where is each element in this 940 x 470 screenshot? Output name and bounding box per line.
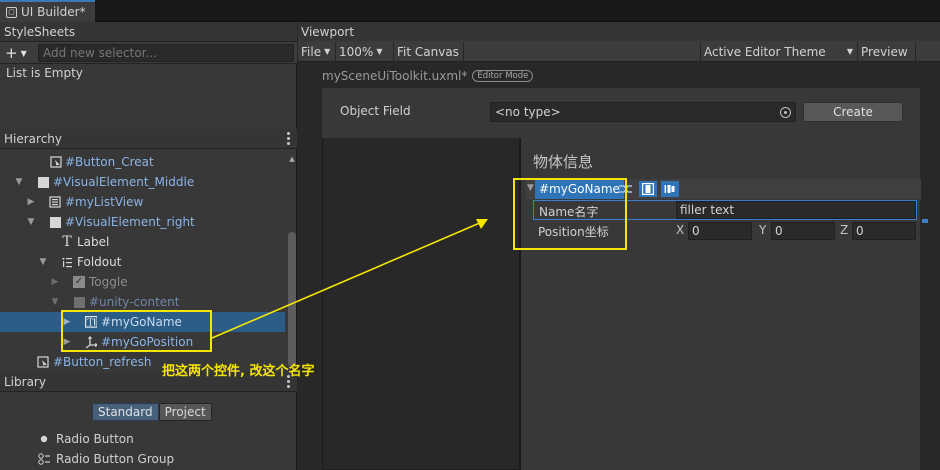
visual-element-icon: [73, 296, 85, 308]
canvas-header-area: Object Field <no type> Create: [322, 88, 920, 138]
z-axis-label: Z: [840, 223, 849, 237]
library-item-radio-button[interactable]: Radio Button: [38, 432, 134, 446]
tree-item-label: #unity-content: [89, 295, 180, 309]
radio-button-group-icon: [38, 453, 50, 465]
annotation-text: 把这两个控件, 改这个名字: [162, 364, 315, 379]
chevron-down-icon: ▼: [376, 47, 383, 56]
tab-project[interactable]: Project: [158, 403, 212, 421]
y-axis-label: Y: [759, 223, 767, 237]
tree-item-button-creat[interactable]: #Button_Creat: [0, 152, 285, 172]
radio-button-icon: [40, 435, 48, 443]
plus-icon: +: [5, 44, 18, 62]
x-axis-label: X: [676, 223, 685, 237]
left-pane: StyleSheets + ▼ List is Empty Hierarchy …: [0, 22, 297, 470]
stylesheets-toolbar: + ▼: [0, 42, 297, 64]
kebab-menu-icon[interactable]: [287, 132, 291, 145]
viewport-title: Viewport: [301, 24, 355, 39]
collapsed-arrow-icon[interactable]: ▶: [26, 197, 36, 207]
list-view-icon: [49, 196, 61, 208]
file-menu-label: File: [301, 44, 322, 59]
hierarchy-title: Hierarchy: [4, 131, 63, 146]
tree-item-label-element[interactable]: T Label: [0, 232, 285, 252]
zoom-value: 100%: [339, 44, 374, 59]
library-item-radio-button-group[interactable]: Radio Button Group: [38, 452, 174, 466]
file-menu-button[interactable]: File ▼: [298, 42, 336, 61]
library-tabs: Standard Project: [92, 403, 212, 421]
expanded-arrow-icon[interactable]: ▼: [38, 257, 48, 267]
document-title: mySceneUiToolkit.uxml* Editor Mode: [322, 69, 534, 83]
tree-item-label: Label: [77, 235, 110, 249]
tree-item-label: #Button_Creat: [65, 155, 154, 169]
add-stylesheet-button[interactable]: + ▼: [2, 44, 36, 62]
chevron-down-icon: ▼: [846, 47, 853, 56]
ui-builder-tab[interactable]: ▢ UI Builder*: [0, 0, 95, 22]
object-field-label: Object Field: [340, 104, 411, 118]
tree-item-label: #VisualElement_right: [65, 215, 195, 229]
tree-item-toggle[interactable]: ▶ ✓ Toggle: [0, 272, 285, 292]
hierarchy-scrollbar-thumb[interactable]: [288, 232, 296, 367]
stylesheets-header: StyleSheets: [0, 22, 297, 42]
tab-standard[interactable]: Standard: [92, 403, 159, 421]
label-text-icon: T: [62, 234, 72, 250]
toolbar-overflow: [916, 42, 940, 61]
scroll-up-arrow-icon[interactable]: ▲: [287, 155, 297, 165]
button-icon: [50, 156, 62, 168]
chevron-down-icon: ▼: [324, 47, 331, 56]
annotation-highlight-canvas: [513, 178, 627, 250]
chevron-down-icon: ▼: [20, 48, 27, 58]
viewport-toolbar: File ▼ 100% ▼ Fit Canvas Active Editor The…: [298, 41, 940, 62]
fit-canvas-button[interactable]: Fit Canvas: [394, 42, 464, 61]
expanded-arrow-icon[interactable]: ▼: [50, 297, 60, 307]
stylesheets-title: StyleSheets: [4, 24, 76, 39]
object-field[interactable]: <no type>: [490, 102, 796, 122]
tree-item-label: Foldout: [77, 255, 122, 269]
library-item-label: Radio Button: [56, 432, 134, 446]
tree-item-label: #VisualElement_Middle: [53, 175, 195, 189]
visual-element-icon: [37, 176, 49, 188]
layout-row-icon[interactable]: [661, 181, 679, 197]
create-button[interactable]: Create: [803, 102, 903, 122]
add-selector-input[interactable]: [38, 44, 294, 62]
library-title: Library: [4, 374, 46, 389]
ui-builder-tab-label: UI Builder*: [21, 5, 86, 19]
collapsed-arrow-icon[interactable]: ▶: [50, 277, 60, 287]
tree-item-label: #myListView: [65, 195, 144, 209]
name-text-input[interactable]: filler text: [676, 201, 916, 219]
zoom-dropdown[interactable]: 100% ▼: [336, 42, 394, 61]
position-z-input[interactable]: 0: [852, 222, 916, 240]
annotation-highlight-hierarchy: [61, 310, 212, 352]
position-y-input[interactable]: 0: [771, 222, 835, 240]
tree-item-visualelement-right[interactable]: ▼ #VisualElement_right: [0, 212, 285, 232]
tree-item-foldout[interactable]: ▼ Foldout: [0, 252, 285, 272]
theme-value: Active Editor Theme: [704, 44, 826, 59]
foldout-icon: [61, 256, 73, 268]
preview-button[interactable]: Preview: [858, 42, 916, 61]
visual-element-icon: [49, 216, 61, 228]
ui-builder-icon: ▢: [6, 6, 17, 18]
position-x-input[interactable]: 0: [688, 222, 752, 240]
resize-handle[interactable]: [922, 219, 928, 223]
expanded-arrow-icon[interactable]: ▼: [14, 177, 24, 187]
expanded-arrow-icon[interactable]: ▼: [26, 217, 36, 227]
tree-item-label: Toggle: [89, 275, 128, 289]
editor-mode-badge: Editor Mode: [472, 70, 534, 82]
object-field-value: <no type>: [495, 105, 561, 119]
canvas-left-column: [322, 138, 520, 470]
object-info-title: 物体信息: [533, 153, 594, 171]
layout-column-icon[interactable]: [639, 181, 657, 197]
tree-item-visualelement-middle[interactable]: ▼ #VisualElement_Middle: [0, 172, 285, 192]
stylesheets-empty-text: List is Empty: [6, 66, 83, 80]
hierarchy-header: Hierarchy: [0, 129, 297, 149]
object-picker-icon[interactable]: [780, 107, 791, 118]
library-item-label: Radio Button Group: [56, 452, 175, 466]
button-icon: [37, 356, 49, 368]
tree-item-unity-content[interactable]: ▼ #unity-content: [0, 292, 285, 312]
editor-tab-bar: ▢ UI Builder*: [0, 0, 940, 22]
toggle-checkbox-icon: ✓: [73, 276, 85, 288]
viewport-header: Viewport: [298, 22, 940, 41]
tree-item-label: #Button_refresh: [53, 355, 152, 369]
theme-dropdown[interactable]: Active Editor Theme ▼: [700, 42, 858, 61]
document-name: mySceneUiToolkit.uxml*: [322, 69, 468, 83]
tree-item-mylistview[interactable]: ▶ #myListView: [0, 192, 285, 212]
